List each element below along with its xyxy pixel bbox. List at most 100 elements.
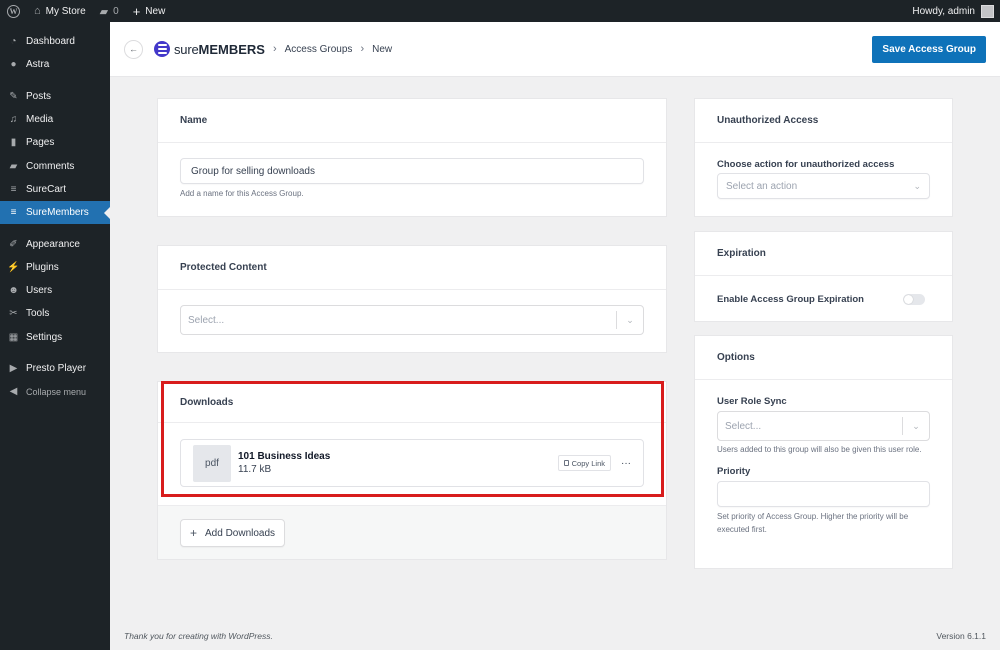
- brush-icon: ✐: [9, 238, 18, 250]
- unauthorized-action-placeholder: Select an action: [726, 180, 798, 192]
- name-card-title: Name: [158, 99, 666, 143]
- priority-help: Set priority of Access Group. Higher the…: [717, 512, 909, 534]
- sidebar-item-astra[interactable]: ● Astra: [0, 53, 110, 76]
- protected-content-card: Protected Content Select... ⌄: [157, 245, 667, 353]
- back-button[interactable]: ←: [124, 39, 143, 59]
- sidebar-item-comments[interactable]: ▰ Comments: [0, 154, 110, 177]
- collapse-icon: ◀: [9, 386, 18, 398]
- arrow-left-icon: ←: [129, 44, 138, 54]
- chevron-down-icon[interactable]: ⌄: [617, 315, 643, 326]
- comments-link[interactable]: ▰ 0: [93, 0, 126, 22]
- priority-label: Priority: [717, 466, 751, 477]
- clipboard-icon: [563, 460, 569, 466]
- suremembers-logo-icon: [154, 41, 170, 57]
- expiration-toggle-label: Enable Access Group Expiration: [717, 293, 864, 305]
- collapse-menu-button[interactable]: ◀ Collapse menu: [0, 380, 110, 403]
- user-role-sync-label: User Role Sync: [717, 396, 787, 407]
- comments-count: 0: [113, 5, 119, 17]
- wordpress-logo-icon: W: [7, 4, 20, 18]
- expiration-toggle[interactable]: [903, 293, 925, 305]
- media-icon: ♫: [9, 114, 18, 126]
- priority-input[interactable]: [717, 481, 930, 507]
- sidebar-item-label: Posts: [26, 90, 52, 102]
- options-title: Options: [695, 336, 952, 380]
- name-card: Name Group for selling downloads Add a n…: [157, 98, 667, 217]
- expiration-card: Expiration Enable Access Group Expiratio…: [694, 231, 953, 322]
- comment-icon: ▰: [9, 160, 18, 172]
- unauthorized-access-card: Unauthorized Access Choose action for un…: [694, 98, 953, 217]
- file-type-thumbnail: pdf: [193, 444, 231, 482]
- new-label: New: [145, 5, 166, 17]
- protected-content-select[interactable]: Select... ⌄: [180, 305, 644, 335]
- file-size: 11.7 kB: [238, 464, 272, 475]
- sidebar-item-label: Collapse menu: [26, 386, 87, 397]
- breadcrumb-access-groups[interactable]: Access Groups: [285, 44, 353, 55]
- sidebar-item-posts[interactable]: ✎ Posts: [0, 85, 110, 108]
- user-role-sync-select[interactable]: Select... ⌄: [717, 411, 930, 441]
- add-downloads-button[interactable]: + Add Downloads: [180, 519, 286, 547]
- sidebar-item-users[interactable]: ☻ Users: [0, 279, 110, 302]
- chevron-down-icon: ⌄: [913, 180, 921, 191]
- brand-text-bold: MEMBERS: [198, 41, 265, 57]
- file-name: 101 Business Ideas: [238, 451, 331, 462]
- save-access-group-button[interactable]: Save Access Group: [872, 35, 986, 63]
- footer-thanks: Thank you for creating with WordPress.: [124, 631, 273, 641]
- sidebar-item-label: Media: [26, 114, 54, 126]
- sidebar-item-presto-player[interactable]: ▶ Presto Player: [0, 357, 110, 380]
- sidebar-item-dashboard[interactable]: ◔ Dashboard: [0, 30, 110, 53]
- brand-text-light: sure: [174, 41, 199, 57]
- protected-content-placeholder: Select...: [188, 314, 225, 326]
- sidebar-item-plugins[interactable]: ⚡ Plugins: [0, 256, 110, 279]
- pages-icon: ▮: [10, 137, 17, 149]
- footer-version: Version 6.1.1: [936, 631, 986, 641]
- unauthorized-action-select[interactable]: Select an action ⌄: [717, 173, 930, 199]
- breadcrumb-new: New: [372, 43, 393, 55]
- sidebar-item-tools[interactable]: ✂ Tools: [0, 302, 110, 325]
- sidebar-item-label: Comments: [26, 160, 75, 172]
- user-role-sync-placeholder: Select...: [725, 420, 762, 432]
- site-name: My Store: [45, 5, 86, 17]
- sidebar-item-label: Pages: [26, 137, 55, 149]
- sidebar-item-pages[interactable]: ▮ Pages: [0, 131, 110, 154]
- wp-logo-menu[interactable]: W: [0, 0, 27, 22]
- more-options-icon[interactable]: ···: [621, 458, 631, 469]
- page-header: ← sureMEMBERS › Access Groups › New Save…: [110, 22, 1000, 77]
- settings-icon: ▦: [8, 331, 19, 343]
- downloads-title: Downloads: [158, 382, 666, 423]
- copy-link-label: Copy Link: [571, 458, 605, 468]
- my-account-menu[interactable]: Howdy, admin: [912, 4, 1000, 18]
- surecart-icon: ≡: [10, 183, 17, 195]
- unauthorized-access-title: Unauthorized Access: [695, 99, 952, 143]
- add-downloads-label: Add Downloads: [205, 527, 276, 539]
- sidebar-item-label: SureMembers: [26, 207, 89, 219]
- plus-icon: +: [132, 3, 141, 19]
- group-name-help: Add a name for this Access Group.: [180, 189, 304, 198]
- downloads-footer: + Add Downloads: [158, 505, 666, 559]
- sidebar-item-label: Presto Player: [26, 363, 87, 374]
- presto-icon: ▶: [9, 363, 18, 374]
- chevron-down-icon[interactable]: ⌄: [903, 421, 929, 432]
- plugin-icon: ⚡: [7, 261, 20, 273]
- sidebar-item-label: SureCart: [26, 183, 67, 195]
- downloads-card: Downloads pdf 101 Business Ideas 11.7 kB…: [157, 381, 667, 560]
- protected-content-title: Protected Content: [158, 246, 666, 290]
- site-name-link[interactable]: ⌂ My Store: [27, 0, 93, 22]
- group-name-input[interactable]: Group for selling downloads: [180, 158, 644, 184]
- copy-link-button[interactable]: Copy Link: [557, 455, 611, 471]
- sidebar-item-appearance[interactable]: ✐ Appearance: [0, 232, 110, 255]
- sidebar-item-label: Appearance: [26, 238, 80, 250]
- sidebar-item-media[interactable]: ♫ Media: [0, 108, 110, 131]
- sidebar-item-label: Settings: [26, 331, 63, 343]
- sidebar-item-surecart[interactable]: ≡ SureCart: [0, 178, 110, 201]
- sidebar-item-suremembers[interactable]: ≡ SureMembers: [0, 201, 110, 225]
- suremembers-logo: sureMEMBERS: [154, 41, 265, 57]
- sidebar-item-label: Users: [26, 285, 53, 297]
- chevron-right-icon: ›: [360, 43, 365, 55]
- home-icon: ⌂: [34, 5, 41, 17]
- plus-icon: +: [190, 526, 198, 540]
- new-content-link[interactable]: + New: [126, 0, 173, 22]
- pin-icon: ✎: [9, 90, 18, 102]
- suremembers-icon: ≡: [10, 207, 17, 219]
- sidebar-item-settings[interactable]: ▦ Settings: [0, 326, 110, 349]
- sidebar-item-label: Astra: [26, 59, 50, 71]
